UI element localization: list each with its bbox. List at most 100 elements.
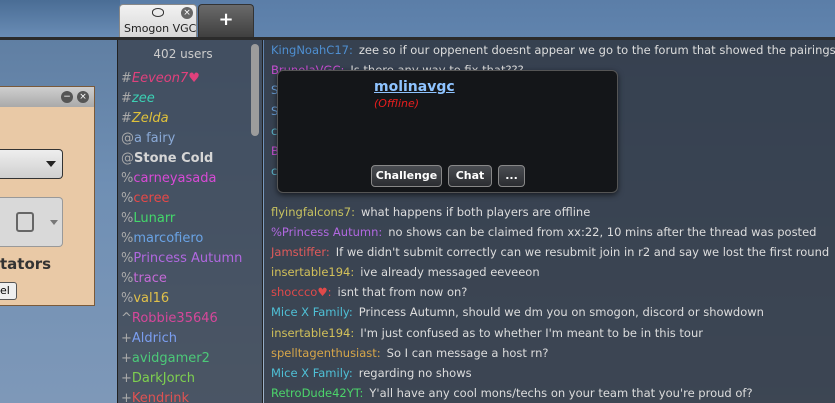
- userlist-item[interactable]: %carneyasada: [121, 169, 249, 189]
- message-author[interactable]: Mice X Family:: [271, 305, 353, 319]
- message-author[interactable]: %Princess Autumn:: [271, 225, 382, 239]
- message-text: zee so if our oppenent doesnt appear we …: [358, 43, 835, 57]
- message-author[interactable]: insertable194:: [271, 265, 354, 279]
- message-text: Y'all have any cool mons/techs on your t…: [369, 386, 753, 401]
- message-text: If we didn't submit correctly can we res…: [335, 244, 830, 259]
- message-author[interactable]: shoccco♥:: [271, 285, 332, 299]
- message-text: what happens if both players are offline: [360, 204, 591, 219]
- userlist-item[interactable]: +Kendrink: [121, 389, 249, 403]
- userlist-item[interactable]: #zee: [121, 89, 249, 109]
- chat-message: Jamstiffer: If we didn't submit correctly…: [271, 242, 835, 262]
- user-count: 402 users: [153, 47, 213, 61]
- chat-message: Mice X Family: regarding no shows: [271, 363, 835, 383]
- userlist-item[interactable]: @Stone Cold: [121, 149, 249, 169]
- user-rank: %: [121, 171, 134, 186]
- user-rank: +: [121, 391, 132, 403]
- message-text: regarding no shows: [358, 366, 472, 380]
- popup-status: (Offline): [374, 97, 420, 110]
- user-rank: +: [121, 351, 132, 366]
- user-name: Princess Autumn: [133, 251, 243, 266]
- user-name: zee: [131, 91, 155, 106]
- user-name: a fairy: [134, 131, 176, 146]
- user-rank: #: [121, 91, 132, 106]
- window-heading: tators: [0, 255, 52, 273]
- chat-message: insertable194: I'm just confused as to wh…: [271, 323, 835, 343]
- userlist-item[interactable]: +DarkJorch: [121, 369, 249, 389]
- userlist-item[interactable]: %val16: [121, 289, 249, 309]
- userlist-item[interactable]: %ceree: [121, 189, 249, 209]
- challenge-button[interactable]: Challenge: [371, 165, 442, 187]
- userlist-item[interactable]: %trace: [121, 269, 249, 289]
- user-rank: %: [121, 291, 134, 306]
- user-list: #Eeveon7♥ #zee #Zelda @a fairy @Stone Cold %c…: [121, 69, 249, 403]
- user-name: marcofiero: [133, 231, 204, 246]
- chat-message: flyingfalcons7: what happens if both play…: [271, 202, 835, 222]
- popup-username[interactable]: molinavgc: [374, 79, 455, 95]
- message-author[interactable]: insertable194:: [271, 326, 354, 340]
- userlist-scrollbar[interactable]: [251, 44, 259, 136]
- chat-message: spelltagenthusiast: So I can message a ho…: [271, 343, 835, 363]
- userlist-item[interactable]: @a fairy: [121, 129, 249, 149]
- tab-label: Smogon VGC: [124, 22, 197, 35]
- user-name: trace: [133, 271, 167, 286]
- more-button[interactable]: ...: [498, 165, 525, 187]
- message-author[interactable]: RetroDude42YT:: [271, 386, 363, 400]
- userlist-item[interactable]: ^Robbie35646: [121, 309, 249, 329]
- close-tab-icon[interactable]: ×: [181, 7, 193, 19]
- message-author[interactable]: KingNoahC17:: [271, 43, 353, 57]
- user-rank: #: [121, 111, 132, 126]
- user-name: carneyasada: [133, 171, 217, 186]
- userlist-item[interactable]: #Zelda: [121, 109, 249, 129]
- user-name: Aldrich: [131, 331, 178, 346]
- userlist-item[interactable]: %Lunarr: [121, 209, 249, 229]
- message-text: ive already messaged eeveeon: [360, 265, 540, 280]
- team-icon: [16, 212, 34, 232]
- user-name: ceree: [133, 191, 170, 206]
- message-author[interactable]: flyingfalcons7:: [271, 205, 355, 219]
- message-author[interactable]: Mice X Family:: [271, 366, 353, 380]
- userlist-item[interactable]: +Aldrich: [121, 329, 249, 349]
- user-rank: ^: [121, 311, 132, 326]
- chat-button[interactable]: Chat: [448, 165, 492, 187]
- chat-message: insertable194: ive already messaged eevee…: [271, 262, 835, 282]
- close-window-icon[interactable]: ×: [77, 91, 89, 103]
- window-titlebar: − ×: [0, 87, 94, 107]
- minimize-icon[interactable]: −: [61, 91, 73, 103]
- user-rank: %: [121, 211, 134, 226]
- team-select[interactable]: [0, 197, 63, 247]
- plus-icon: +: [218, 9, 234, 30]
- chat-message: Mice X Family: Princess Autumn, should we…: [271, 302, 835, 322]
- chevron-down-icon: [46, 161, 56, 167]
- userlist: 402 users #Eeveon7♥ #zee #Zelda @a fairy @St…: [117, 40, 263, 403]
- message-text: I'm just confused as to whether I'm mean…: [360, 325, 703, 340]
- tab-bar-background: [0, 0, 120, 38]
- userlist-item[interactable]: %marcofiero: [121, 229, 249, 249]
- chat-message: KingNoahC17: zee so if our oppenent doesn…: [271, 40, 835, 60]
- tab-bar: × Smogon VGC +: [0, 0, 835, 40]
- user-name: Robbie35646: [131, 311, 218, 326]
- user-name: Zelda: [131, 111, 169, 126]
- chat-bubble-icon: [152, 8, 164, 17]
- new-tab-button[interactable]: +: [198, 4, 254, 37]
- user-name: Eeveon7: [131, 71, 189, 86]
- background-window: − × tators el: [0, 86, 95, 306]
- heart-icon: ♥: [188, 71, 200, 86]
- format-dropdown[interactable]: [0, 149, 63, 179]
- user-rank: %: [121, 251, 134, 266]
- userlist-item[interactable]: #Eeveon7♥: [121, 69, 249, 89]
- user-popup: molinavgc (Offline) Challenge Chat ...: [277, 70, 618, 193]
- userlist-item[interactable]: +avidgamer2: [121, 349, 249, 369]
- message-author[interactable]: spelltagenthusiast:: [271, 346, 381, 360]
- user-name: Stone Cold: [134, 151, 214, 166]
- message-text: isnt that from now on?: [337, 285, 468, 300]
- user-name: Kendrink: [131, 391, 189, 403]
- message-text: So I can message a host rn?: [386, 345, 549, 360]
- tab-smogon-vgc[interactable]: × Smogon VGC: [119, 4, 197, 37]
- user-rank: @: [121, 131, 134, 146]
- user-name: Lunarr: [133, 211, 176, 226]
- cancel-button[interactable]: el: [0, 282, 17, 300]
- userlist-item[interactable]: %Princess Autumn: [121, 249, 249, 269]
- user-rank: %: [121, 191, 134, 206]
- message-author[interactable]: Jamstiffer:: [271, 245, 330, 259]
- user-name: DarkJorch: [131, 371, 195, 386]
